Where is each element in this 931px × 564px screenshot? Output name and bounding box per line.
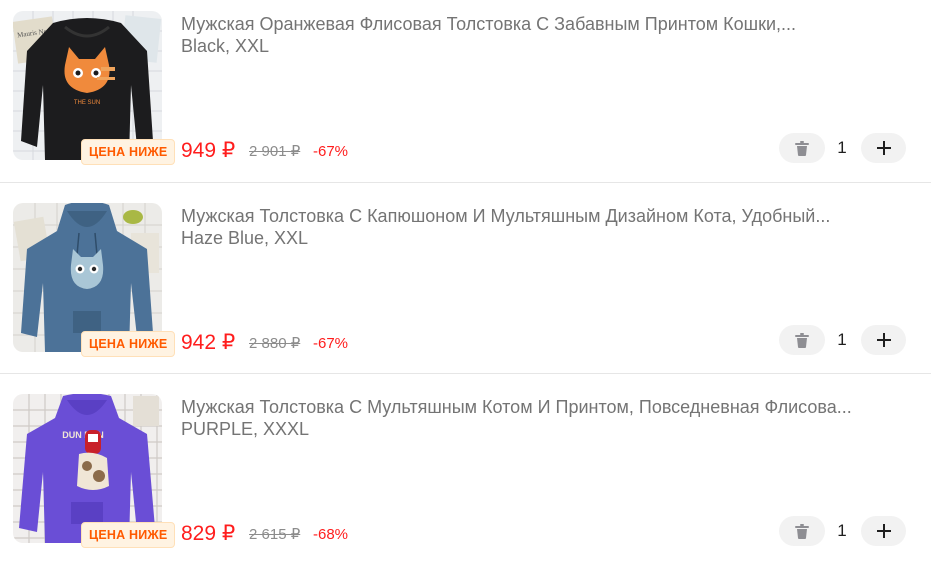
old-price: 2 880 ₽	[249, 335, 301, 352]
trash-icon	[795, 140, 809, 156]
price-lower-badge: ЦЕНА НИЖЕ	[81, 139, 176, 165]
trash-icon	[795, 332, 809, 348]
current-price: 942 ₽	[181, 331, 236, 354]
increase-quantity-button[interactable]	[861, 516, 906, 546]
product-variant: PURPLE, XXXL	[181, 419, 310, 439]
product-image[interactable]	[13, 203, 162, 352]
trash-icon	[795, 523, 809, 539]
quantity-value: 1	[837, 330, 847, 349]
divider	[0, 182, 931, 183]
delete-button[interactable]	[779, 133, 825, 163]
delete-button[interactable]	[779, 325, 825, 355]
price-lower-badge: ЦЕНА НИЖЕ	[81, 331, 176, 357]
cart-item: ЦЕНА НИЖЕ Мужская Толстовка С Капюшоном …	[0, 192, 931, 364]
increase-quantity-button[interactable]	[861, 325, 906, 355]
plus-icon	[876, 141, 891, 155]
discount-percent: -68%	[313, 526, 349, 543]
product-image[interactable]: Mauris News THE SUN	[13, 11, 162, 160]
product-variant: Black, XXL	[181, 36, 270, 56]
product-image[interactable]: DUN DUN	[13, 394, 162, 543]
plus-icon	[876, 333, 891, 347]
increase-quantity-button[interactable]	[861, 133, 906, 163]
old-price: 2 901 ₽	[249, 143, 301, 160]
price-lower-badge: ЦЕНА НИЖЕ	[81, 522, 176, 548]
divider	[0, 373, 931, 374]
quantity-value: 1	[837, 138, 847, 157]
plus-icon	[876, 524, 891, 538]
delete-button[interactable]	[779, 516, 825, 546]
product-title[interactable]: Мужская Толстовка С Капюшоном И Мультяшн…	[181, 204, 926, 228]
cart-item: Mauris News THE SUN ЦЕНА НИЖЕ Мужская Ор…	[0, 0, 931, 172]
cart-item: DUN DUN ЦЕНА НИЖЕ Мужская Толстовка С Му…	[0, 383, 931, 555]
discount-percent: -67%	[313, 143, 349, 160]
discount-percent: -67%	[313, 335, 349, 352]
quantity-value: 1	[837, 521, 847, 540]
print-text: THE SUN	[74, 100, 100, 106]
product-title[interactable]: Мужская Толстовка С Мультяшным Котом И П…	[181, 395, 926, 419]
current-price: 949 ₽	[181, 139, 236, 162]
old-price: 2 615 ₽	[249, 526, 301, 543]
current-price: 829 ₽	[181, 522, 236, 545]
product-variant: Haze Blue, XXL	[181, 228, 309, 248]
product-title[interactable]: Мужская Оранжевая Флисовая Толстовка С З…	[181, 12, 926, 36]
